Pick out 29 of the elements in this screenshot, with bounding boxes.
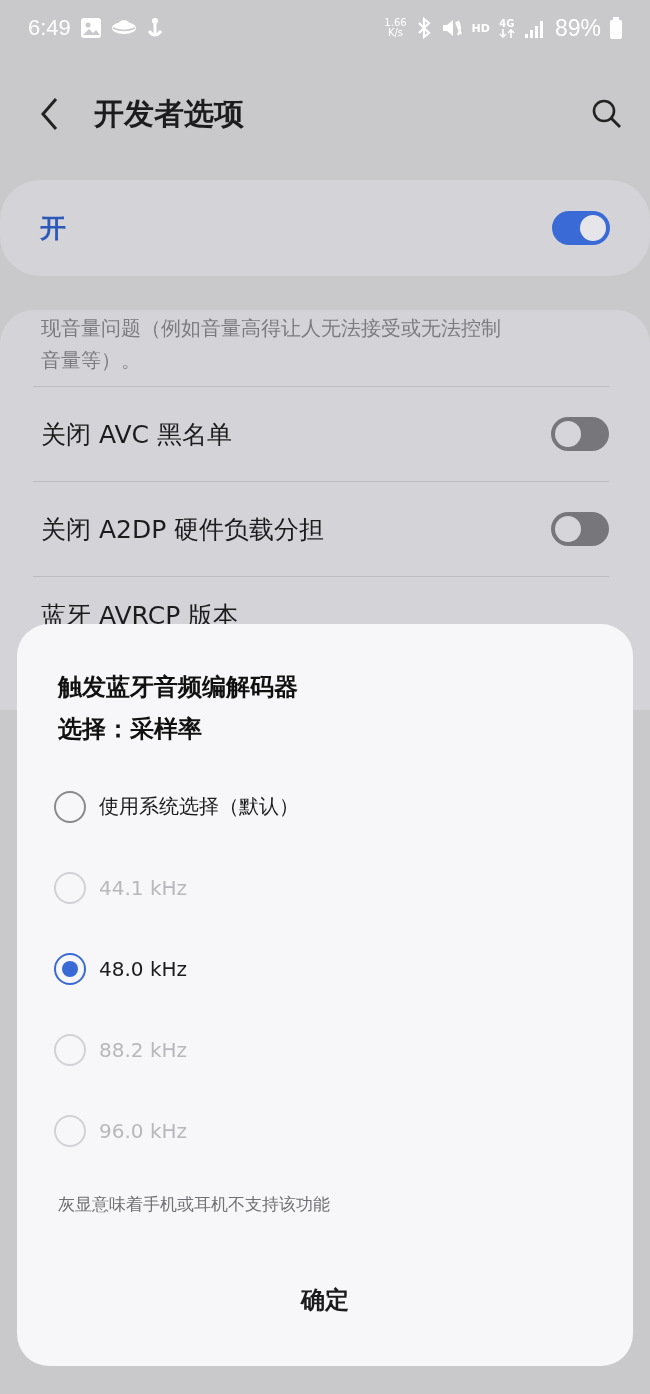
search-button[interactable] <box>592 99 622 129</box>
signal-icon <box>523 18 546 38</box>
dialog-title: 选择：采样率 <box>58 714 203 745</box>
page-title: 开发者选项 <box>94 94 245 133</box>
radio-button[interactable] <box>54 952 86 985</box>
radio-button[interactable] <box>54 790 86 823</box>
back-icon <box>40 97 60 131</box>
radio-option: 96.0 kHz <box>17 1090 633 1171</box>
toggle-switch[interactable] <box>551 512 609 546</box>
back-button[interactable] <box>40 97 60 131</box>
radio-option: 44.1 kHz <box>17 847 633 928</box>
ok-button[interactable]: 确定 <box>271 1274 379 1326</box>
search-icon <box>592 99 622 129</box>
dialog-note: 灰显意味着手机或耳机不支持该功能 <box>58 1193 331 1216</box>
image-icon <box>79 17 102 39</box>
dialog-title: 触发蓝牙音频编解码器 <box>58 672 299 703</box>
radio-option[interactable]: 48.0 kHz <box>17 928 633 1009</box>
setting-label: 关闭 A2DP 硬件负载分担 <box>41 513 325 546</box>
radio-option: 88.2 kHz <box>17 1009 633 1090</box>
toggle-switch[interactable] <box>552 211 610 245</box>
setting-label: 关闭 AVC 黑名单 <box>41 418 232 451</box>
master-switch-card[interactable]: 开 <box>0 180 650 276</box>
master-switch-label: 开 <box>40 211 66 245</box>
bluetooth-icon <box>415 17 432 39</box>
setting-description: 现音量问题（例如音量高得让人无法接受或无法控制音量等）。 <box>41 315 502 374</box>
data-arrows-icon <box>498 28 515 38</box>
radio-option[interactable]: 使用系统选择（默认） <box>17 766 633 847</box>
battery-icon <box>610 17 622 39</box>
toggle-switch[interactable] <box>551 417 609 451</box>
